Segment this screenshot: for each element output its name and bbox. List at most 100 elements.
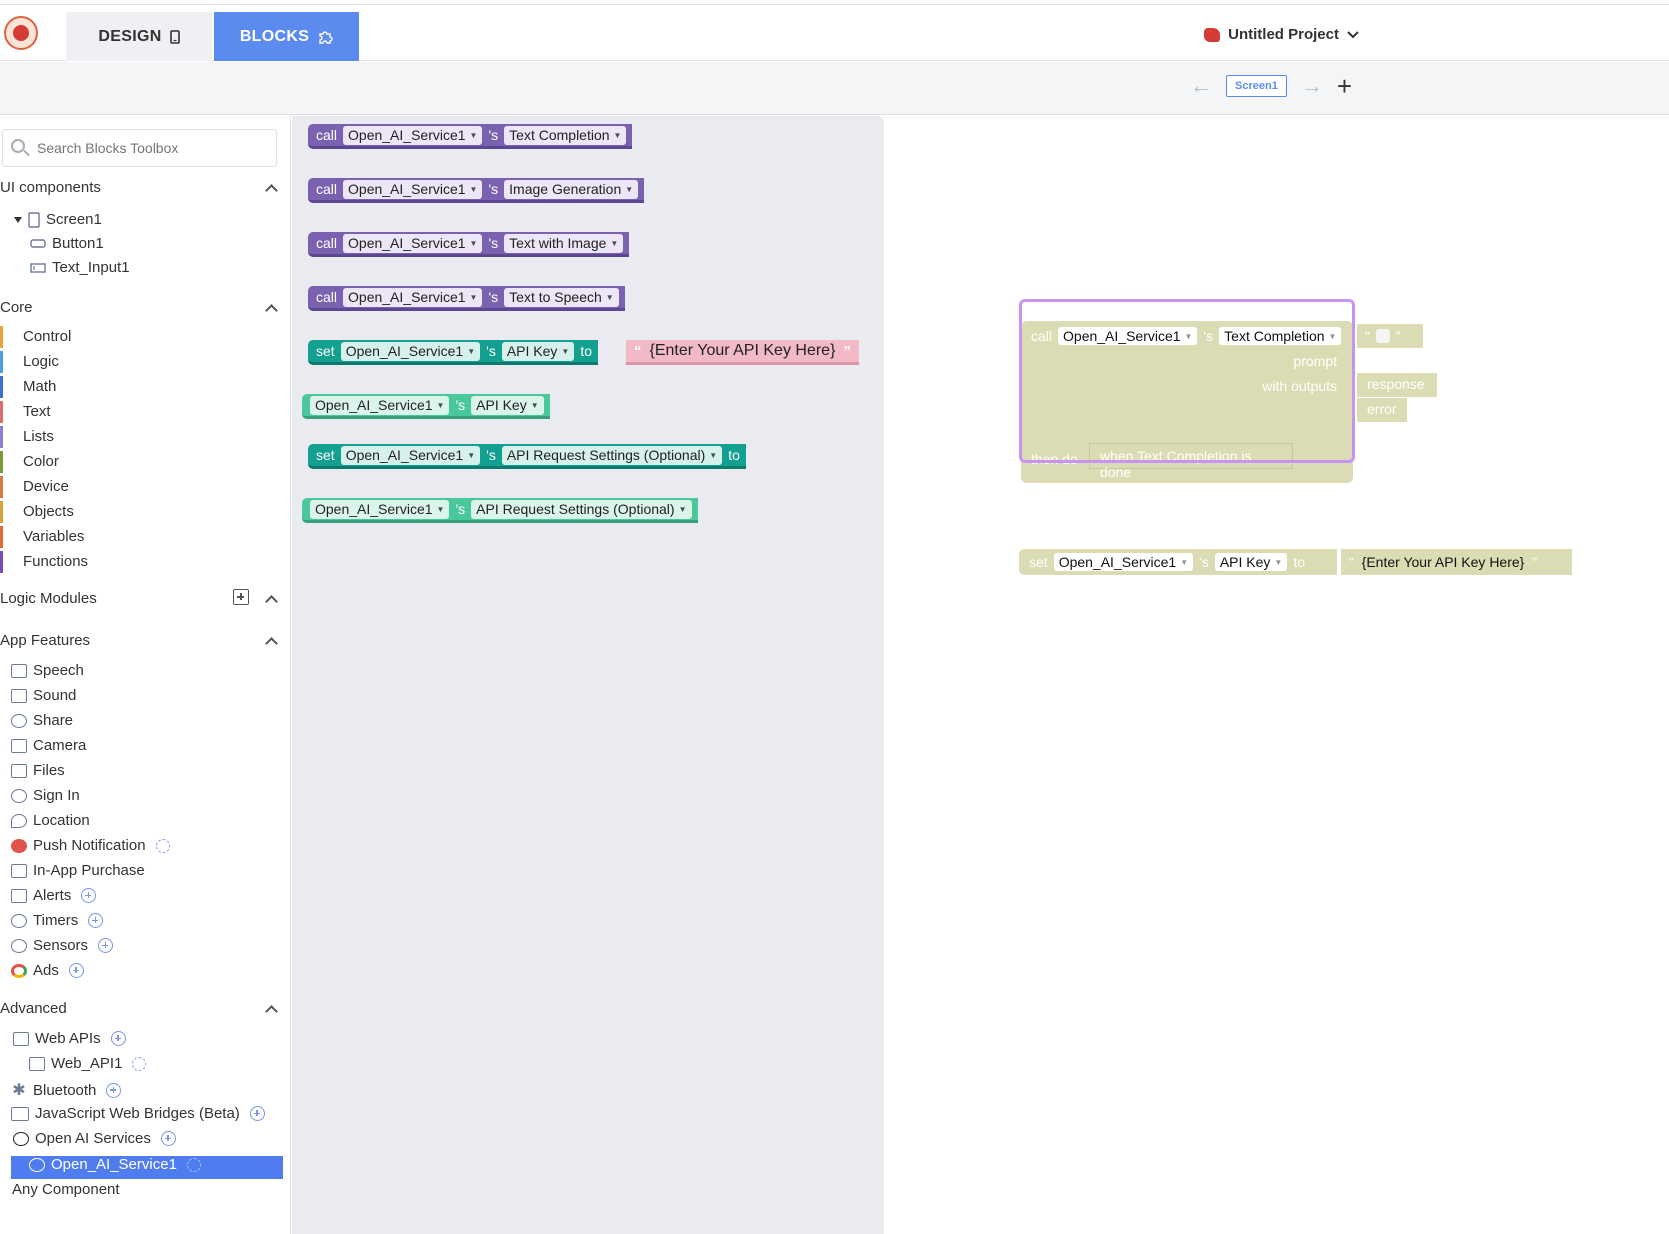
property-dropdown[interactable]: API Key ▼	[1214, 553, 1288, 571]
api-key-string-block[interactable]: “ {Enter Your API Key Here} ”	[626, 340, 859, 365]
get-api-key-block[interactable]: Open_AI_Service1 ▼ 's API Key ▼	[302, 394, 550, 419]
gear-icon[interactable]	[155, 838, 170, 853]
feature-timers[interactable]: Timers	[11, 912, 104, 929]
call-image-generation-block[interactable]: call Open_AI_Service1 ▼ 's Image Generati…	[308, 178, 645, 203]
feature-alerts[interactable]: Alerts	[11, 887, 97, 904]
component-dropdown[interactable]: Open_AI_Service1 ▼	[343, 287, 483, 307]
logic-modules-header[interactable]: Logic Modules	[0, 590, 97, 607]
tab-blocks[interactable]: BLOCKS	[214, 12, 359, 61]
response-output-block[interactable]: response	[1357, 373, 1437, 397]
core-item-lists[interactable]: Lists	[0, 426, 54, 448]
string-value[interactable]: {Enter Your API Key Here}	[650, 342, 836, 360]
prev-screen-icon[interactable]: ←	[1190, 75, 1212, 97]
chevron-up-icon[interactable]	[265, 184, 278, 197]
property-dropdown[interactable]: API Key ▼	[471, 395, 544, 415]
property-dropdown[interactable]: API Key ▼	[501, 341, 575, 361]
add-circle-icon[interactable]	[160, 1131, 176, 1146]
property-dropdown[interactable]: API Request Settings (Optional) ▼	[471, 499, 692, 519]
component-dropdown[interactable]: Open_AI_Service1 ▼	[340, 445, 481, 465]
core-item-device[interactable]: Device	[0, 476, 69, 498]
component-dropdown[interactable]: Open_AI_Service1 ▼	[343, 179, 483, 199]
feature-sensors[interactable]: Sensors	[11, 937, 114, 954]
ui-components-header[interactable]: UI components	[0, 179, 101, 196]
error-output-block[interactable]: error	[1357, 398, 1407, 422]
add-circle-icon[interactable]	[68, 963, 84, 978]
advanced-header[interactable]: Advanced	[0, 1000, 67, 1017]
tab-design[interactable]: DESIGN	[66, 12, 212, 61]
feature-in-app-purchase[interactable]: In-App Purchase	[11, 862, 145, 879]
chevron-up-icon[interactable]	[265, 1005, 278, 1018]
core-item-color[interactable]: Color	[0, 451, 59, 473]
core-header[interactable]: Core	[0, 299, 33, 316]
core-item-functions[interactable]: Functions	[0, 551, 88, 573]
search-box[interactable]	[2, 129, 277, 167]
component-dropdown[interactable]: Open_AI_Service1 ▼	[310, 499, 450, 519]
advanced-open-ai-service1[interactable]: Open_AI_Service1	[29, 1156, 201, 1173]
next-screen-icon[interactable]: →	[1301, 75, 1323, 97]
advanced-bluetooth[interactable]: ✱ Bluetooth	[11, 1080, 122, 1100]
any-component[interactable]: Any Component	[12, 1181, 120, 1198]
core-item-text[interactable]: Text	[0, 401, 51, 423]
tree-item-button1[interactable]: Button1	[30, 235, 104, 252]
feature-share[interactable]: Share	[11, 712, 73, 729]
string-value[interactable]: {Enter Your API Key Here}	[1362, 554, 1525, 570]
advanced-open-ai-services[interactable]: Open AI Services	[13, 1130, 176, 1147]
feature-sound[interactable]: Sound	[11, 687, 76, 704]
add-circle-icon[interactable]	[88, 913, 104, 928]
gear-icon[interactable]	[186, 1157, 201, 1172]
component-dropdown[interactable]: Open_AI_Service1 ▼	[343, 233, 483, 253]
core-item-logic[interactable]: Logic	[0, 351, 59, 373]
add-circle-icon[interactable]	[110, 1031, 126, 1046]
method-dropdown[interactable]: Text to Speech ▼	[504, 287, 619, 307]
blocks-workspace[interactable]: call Open_AI_Service1 ▼ 's Text Completio…	[884, 116, 1669, 1234]
add-module-icon[interactable]	[233, 589, 249, 605]
component-dropdown[interactable]: Open_AI_Service1 ▼	[340, 341, 481, 361]
project-selector[interactable]: Untitled Project	[1204, 26, 1359, 43]
feature-location[interactable]: Location	[11, 812, 90, 829]
advanced-js-bridges[interactable]: JavaScript Web Bridges (Beta)	[11, 1105, 265, 1122]
method-dropdown[interactable]: Text Completion ▼	[504, 125, 627, 145]
add-circle-icon[interactable]	[81, 888, 97, 903]
component-dropdown[interactable]: Open_AI_Service1 ▼	[343, 125, 483, 145]
component-dropdown[interactable]: Open_AI_Service1 ▼	[310, 395, 450, 415]
set-api-key-block[interactable]: set Open_AI_Service1 ▼ 's API Key ▼ to	[308, 340, 599, 365]
screen-selector[interactable]: Screen1	[1226, 75, 1287, 97]
gear-icon[interactable]	[132, 1056, 147, 1071]
empty-string-field[interactable]	[1375, 329, 1390, 343]
call-text-completion-block[interactable]: call Open_AI_Service1 ▼ 's Text Completio…	[308, 124, 633, 149]
tree-item-screen1[interactable]: Screen1	[14, 211, 102, 228]
feature-push-notification[interactable]: Push Notification	[11, 837, 170, 854]
app-features-header[interactable]: App Features	[0, 632, 90, 649]
prompt-string-block[interactable]: “ ”	[1357, 324, 1423, 348]
add-circle-icon[interactable]	[98, 938, 114, 953]
app-logo[interactable]	[4, 16, 38, 50]
chevron-up-icon[interactable]	[265, 637, 278, 650]
call-text-to-speech-block[interactable]: call Open_AI_Service1 ▼ 's Text to Speech…	[308, 286, 625, 311]
add-circle-icon[interactable]	[106, 1082, 122, 1098]
call-text-with-image-block[interactable]: call Open_AI_Service1 ▼ 's Text with Imag…	[308, 232, 630, 257]
core-item-variables[interactable]: Variables	[0, 526, 84, 548]
advanced-web-api1[interactable]: Web_API1	[29, 1055, 147, 1072]
feature-files[interactable]: Files	[11, 762, 65, 779]
core-item-control[interactable]: Control	[0, 326, 71, 348]
property-dropdown[interactable]: API Request Settings (Optional) ▼	[501, 445, 723, 465]
feature-speech[interactable]: Speech	[11, 662, 84, 679]
search-input[interactable]	[35, 139, 265, 157]
get-api-settings-block[interactable]: Open_AI_Service1 ▼ 's API Request Setting…	[302, 498, 698, 523]
core-item-objects[interactable]: Objects	[0, 501, 74, 523]
add-screen-icon[interactable]: +	[1337, 73, 1352, 99]
chevron-up-icon[interactable]	[265, 304, 278, 317]
chevron-up-icon[interactable]	[265, 595, 278, 608]
workspace-api-key-string[interactable]: “ {Enter Your API Key Here} ”	[1341, 549, 1572, 575]
workspace-set-block[interactable]: set Open_AI_Service1 ▼ 's API Key ▼ to	[1019, 549, 1337, 575]
set-api-settings-block[interactable]: set Open_AI_Service1 ▼ 's API Request Set…	[308, 444, 746, 469]
advanced-web-apis[interactable]: Web APIs	[13, 1030, 126, 1047]
component-dropdown[interactable]: Open_AI_Service1 ▼	[1053, 553, 1194, 571]
feature-sign-in[interactable]: Sign In	[11, 787, 80, 804]
method-dropdown[interactable]: Image Generation ▼	[504, 179, 639, 199]
feature-ads[interactable]: Ads	[11, 962, 84, 979]
feature-camera[interactable]: Camera	[11, 737, 86, 754]
core-item-math[interactable]: Math	[0, 376, 56, 398]
tree-item-text-input1[interactable]: Text_Input1	[30, 259, 130, 276]
add-circle-icon[interactable]	[249, 1106, 265, 1121]
